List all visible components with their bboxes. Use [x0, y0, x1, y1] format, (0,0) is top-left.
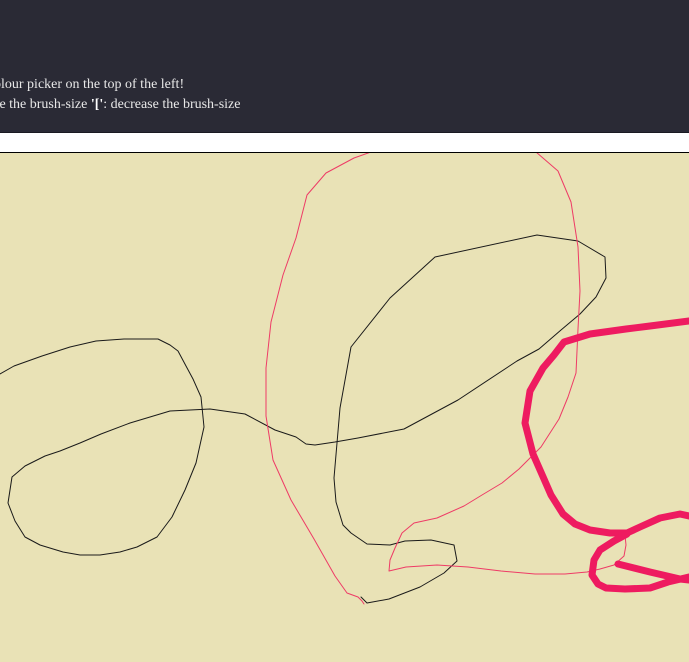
header-spacer [0, 133, 689, 152]
black-stroke-1 [0, 234, 607, 604]
pink-stroke-thick [521, 317, 689, 537]
key-hint-decrease: '[' [90, 97, 104, 112]
instruction-text: olour picker on the top of the left! [0, 77, 185, 92]
drawing-canvas[interactable] [0, 152, 689, 662]
canvas-drawing-layer [0, 153, 689, 605]
drawing-app: olour picker on the top of the left! se … [0, 0, 689, 662]
pink-stroke-thick-3 [614, 560, 689, 584]
instruction-text-suffix: : decrease the brush-size [103, 97, 241, 112]
instruction-text-prefix: se the brush-size [0, 97, 91, 112]
pink-stroke-thin-2 [388, 153, 627, 575]
instructions-header: olour picker on the top of the left! se … [0, 0, 689, 133]
instruction-line-colour-picker: olour picker on the top of the left! [0, 76, 184, 94]
instruction-line-brush-size: se the brush-size '[': decrease the brus… [0, 96, 240, 114]
